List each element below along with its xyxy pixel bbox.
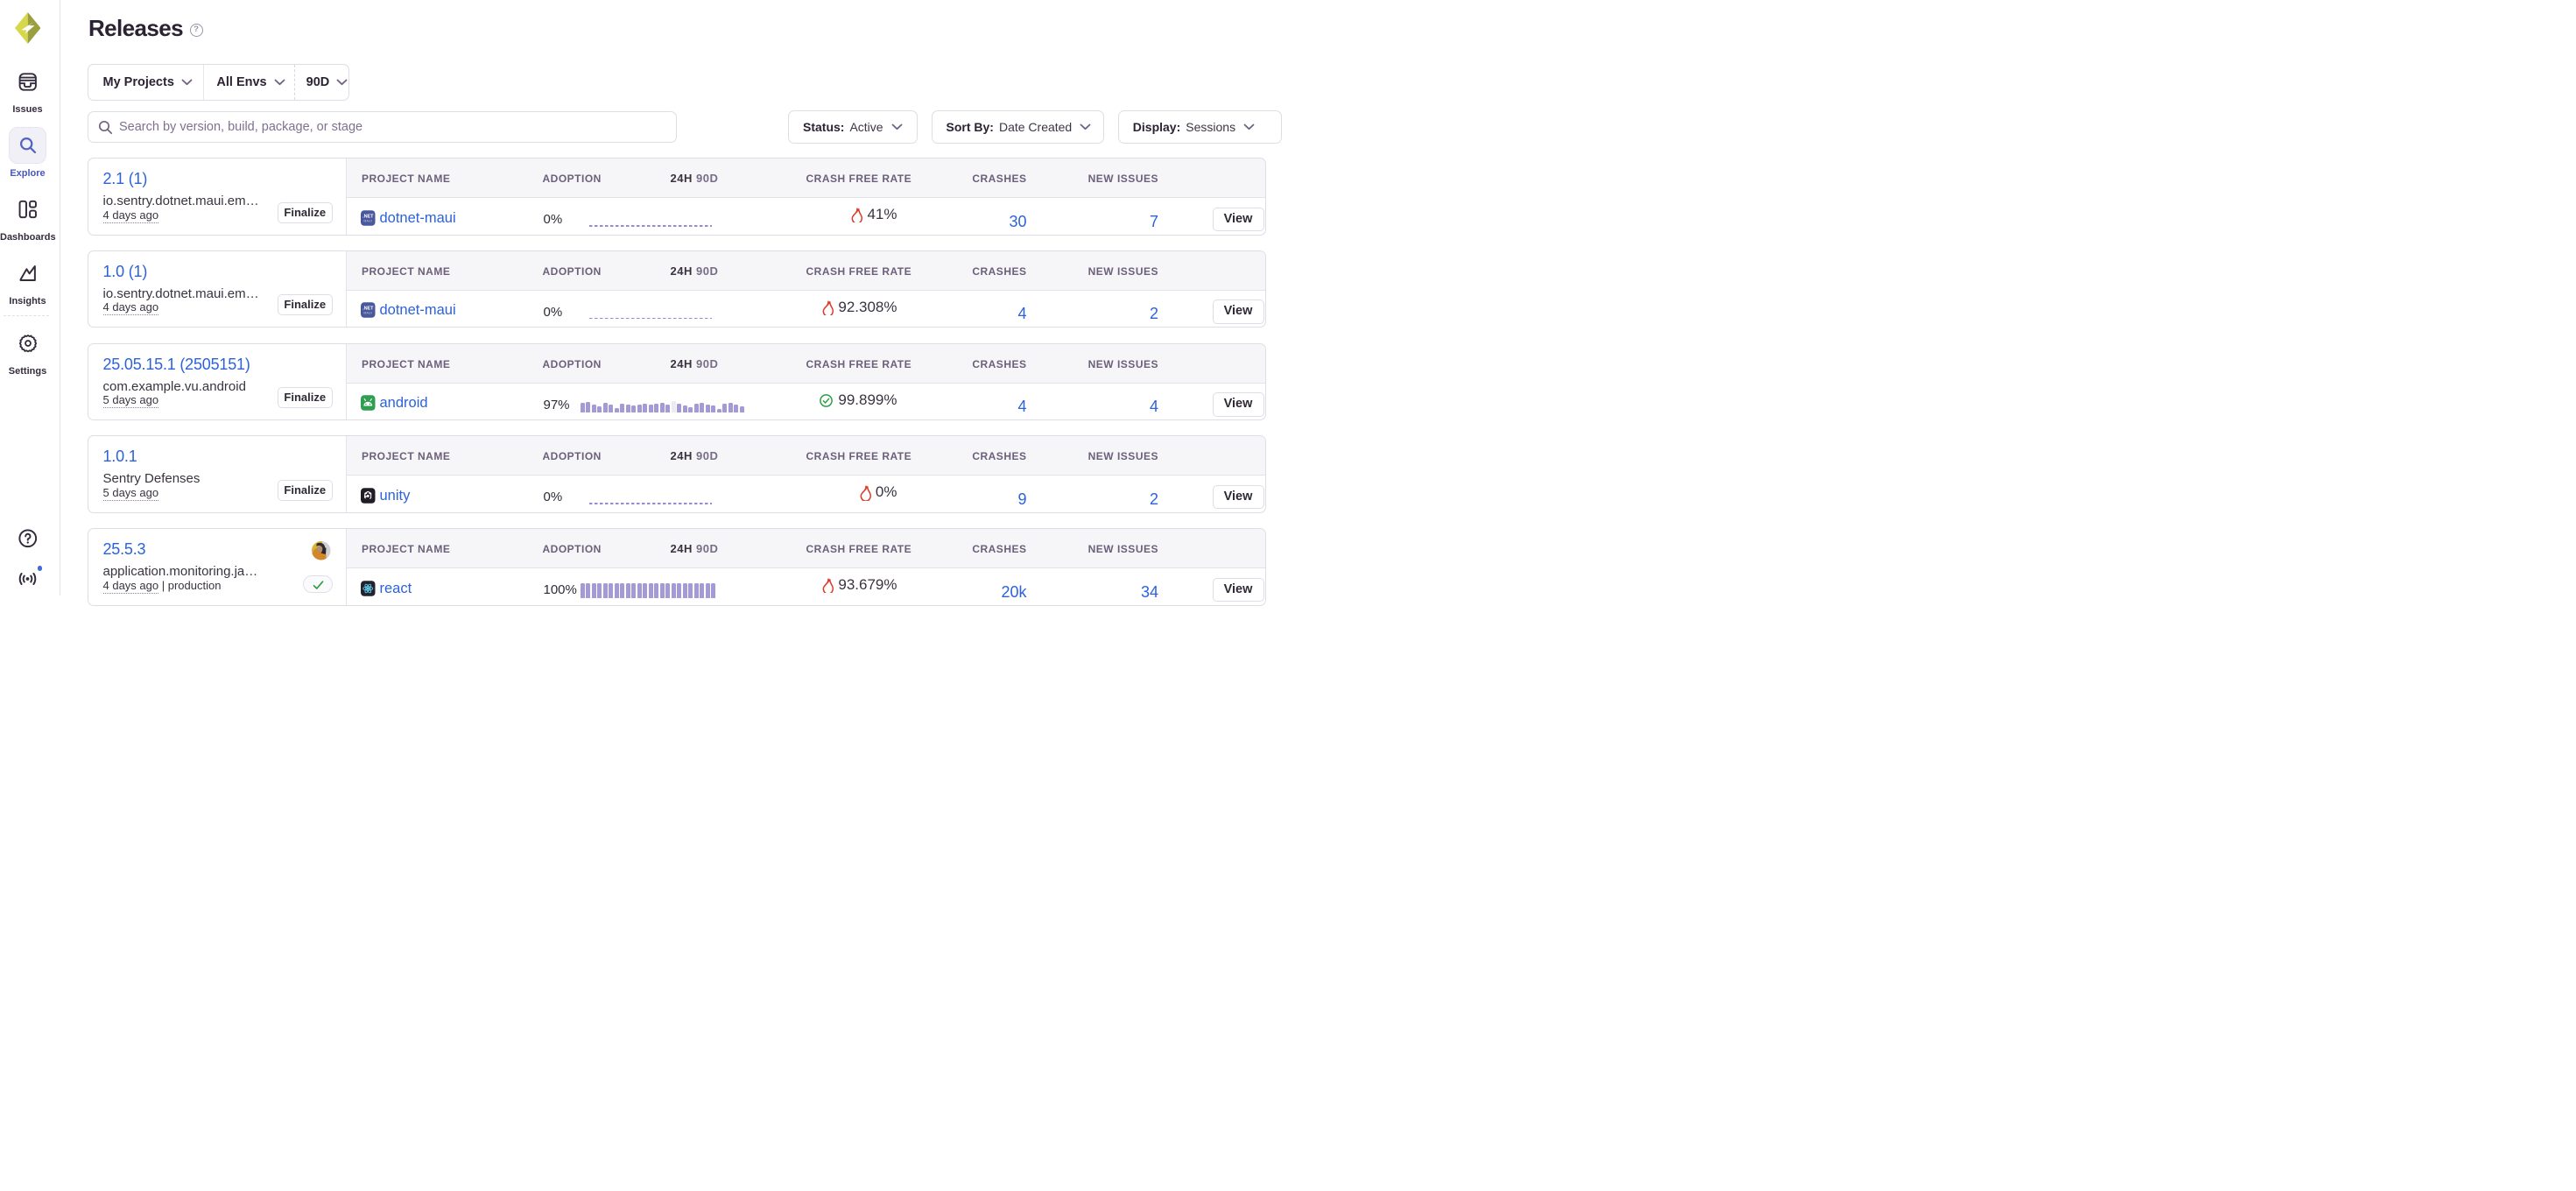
svg-text:MAUI: MAUI [363,219,372,222]
svg-text:MAUI: MAUI [363,312,372,315]
